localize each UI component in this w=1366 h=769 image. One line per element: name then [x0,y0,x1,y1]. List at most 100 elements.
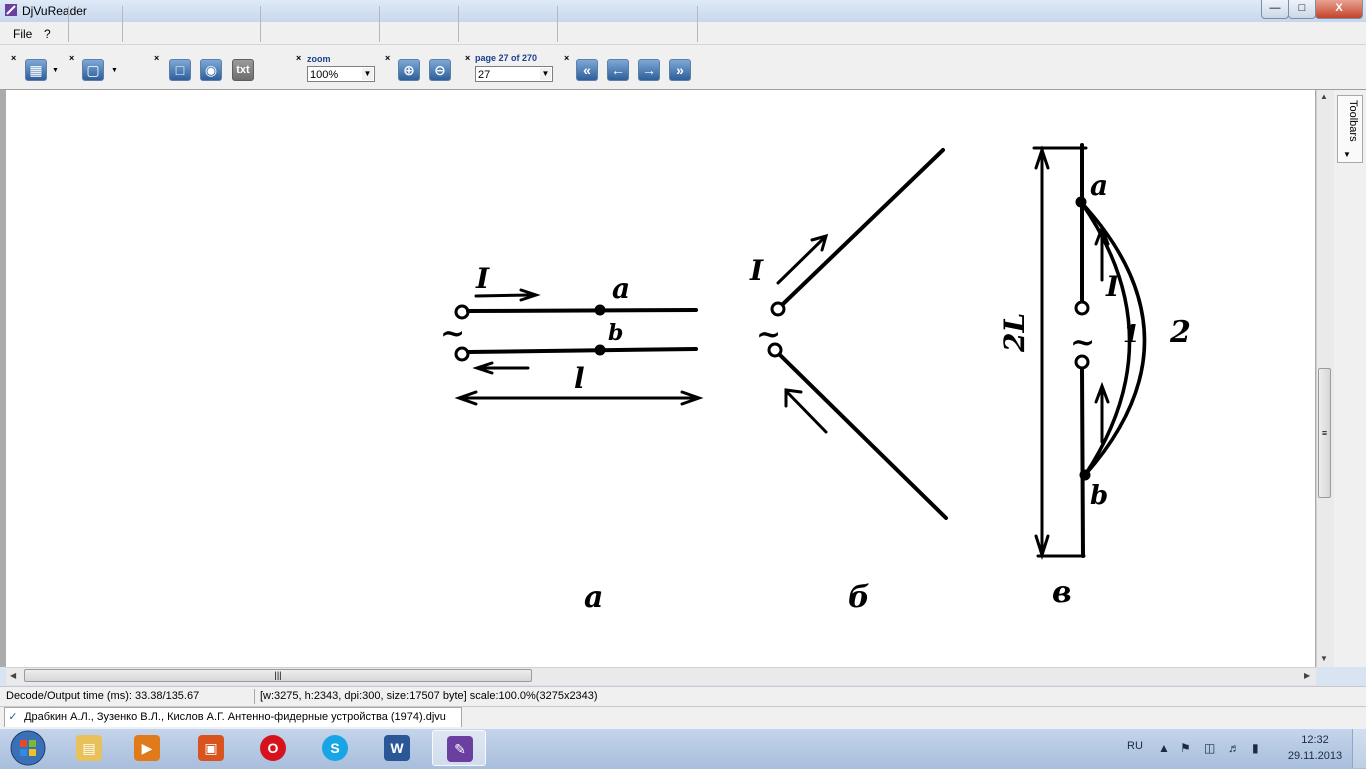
chevron-down-icon[interactable]: ▼ [111,67,118,74]
label-c-point-b: b [1090,481,1108,511]
show-hidden-icons-icon[interactable]: ▲ [1158,741,1170,755]
toolbar-group-page [462,6,558,42]
zoom-in-icon[interactable]: ⊕ [398,59,420,81]
chevron-down-icon[interactable]: ▼ [1343,150,1351,159]
vertical-scroll-thumb[interactable]: ≡ [1318,368,1331,498]
folder-icon: ▤ [76,735,102,761]
close-button[interactable]: X [1315,0,1363,19]
scroll-down-icon[interactable]: ▼ [1320,654,1328,663]
toolbar-close-icon[interactable]: × [564,54,569,63]
toolbar-close-icon[interactable]: × [296,54,301,63]
media-player-icon: ▶ [134,735,160,761]
image-icon[interactable]: ◉ [200,59,222,81]
arrow-current-b [776,236,826,285]
first-page-icon[interactable]: « [576,59,598,81]
label-a-current: I [475,262,490,295]
toolbar-group-tools [150,6,261,42]
arrow-current-a [474,293,533,298]
text-mode-button[interactable]: txt [232,59,254,81]
document-tab-title: Драбкин А.Л., Зузенко В.Л., Кислов А.Г. … [24,711,446,723]
zoom-select[interactable]: 100% ▼ [307,66,375,82]
toolbar-group-zoom-buttons [384,6,459,42]
point-a [594,304,606,316]
toolbar-close-icon[interactable]: × [69,54,74,63]
scroll-right-icon[interactable]: ▶ [1304,671,1310,680]
wire-b-lower [778,353,948,520]
skype-icon: S [322,735,348,761]
document-tab[interactable]: ✓ Драбкин А.Л., Зузенко В.Л., Кислов А.Г… [4,707,462,727]
dipole-arm-bottom [1080,368,1085,558]
clock-date[interactable]: 29.11.2013 [1282,750,1348,762]
document-check-icon: ✓ [8,711,18,723]
chevron-down-icon[interactable]: ▼ [540,68,551,80]
opera-icon: O [260,735,286,761]
wire-b-upper [781,148,945,306]
label-b-current: I [749,254,764,287]
terminal-c-top [1074,300,1090,316]
taskbar-skype[interactable]: S [308,730,362,766]
figure-diagram: I a b l ~ а I ~ б a b I 2L 1 2 ~ в [440,143,1191,615]
caption-c: в [1052,575,1072,610]
usb-device-icon[interactable]: ◫ [1204,741,1215,755]
point-b [594,344,606,356]
label-c-current: I [1105,270,1120,303]
action-center-icon[interactable]: ⚑ [1180,741,1191,755]
toolbar-close-icon[interactable]: × [465,54,470,63]
last-page-icon[interactable]: » [669,59,691,81]
language-indicator[interactable]: RU [1127,740,1143,752]
minimize-button[interactable]: — [1261,0,1289,19]
package-icon: ▣ [198,735,224,761]
scroll-up-icon[interactable]: ▲ [1320,92,1328,101]
taskbar-explorer[interactable]: ▤ [62,730,116,766]
toolbar-close-icon[interactable]: × [154,54,159,63]
clock-time[interactable]: 12:32 [1290,734,1340,746]
maximize-button[interactable]: □ [1288,0,1316,19]
select-area-icon[interactable]: □ [169,59,191,81]
page-value: 27 [478,69,491,81]
wire-a-top [466,308,698,313]
caption-a: а [584,580,603,615]
horizontal-scroll-thumb[interactable]: ||| [24,669,532,682]
taskbar-djvu-reader[interactable]: ✎ [432,730,486,766]
image-info-status: [w:3275, h:2343, dpi:300, size:17507 byt… [260,690,598,702]
taskbar-media-player[interactable]: ▶ [120,730,174,766]
djvu-icon: ✎ [447,736,473,762]
chevron-down-icon[interactable]: ▼ [362,68,373,80]
toolbar-group-zoom [291,6,380,42]
taskbar-opera[interactable]: O [246,730,300,766]
chevron-down-icon[interactable]: ▼ [52,67,59,74]
previous-page-icon[interactable]: ← [607,59,629,81]
taskbar-package-manager[interactable]: ▣ [184,730,238,766]
toolbar-group-navigation [561,6,698,42]
page-select[interactable]: 27 ▼ [475,66,553,82]
thumbnails-icon[interactable]: ▦ [25,59,47,81]
word-icon: W [384,735,410,761]
toolbar-close-icon[interactable]: × [11,54,16,63]
network-icon[interactable]: ▮ [1252,741,1259,755]
next-page-icon[interactable]: → [638,59,660,81]
side-panel [1334,90,1366,667]
label-c-curve1: 1 [1123,319,1140,348]
toolbar-close-icon[interactable]: × [385,54,390,63]
zoom-value: 100% [310,69,339,81]
zoom-out-icon[interactable]: ⊖ [429,59,451,81]
label-a-tilde: ~ [440,316,465,351]
toolbars-label: Toolbars [1347,100,1359,142]
volume-icon[interactable]: ♬ [1228,741,1240,755]
label-a-point-a: a [612,272,630,305]
wire-a-bottom [466,347,698,354]
label-a-point-b: b [608,320,623,346]
toolbar-group-view [4,6,69,42]
document-page[interactable]: I a b l ~ а I ~ б a b I 2L 1 2 ~ в [6,90,1315,667]
show-desktop-button[interactable] [1352,729,1366,768]
label-a-length: l [574,362,585,395]
label-c-tilde: ~ [1070,325,1095,360]
start-button[interactable] [2,730,54,766]
toolbar-group-layout [72,6,123,42]
page-label: page 27 of 270 [475,53,538,63]
taskbar-word[interactable]: W [370,730,424,766]
label-c-length: 2L [998,313,1031,353]
page-layout-icon[interactable]: ▢ [82,59,104,81]
label-c-curve2: 2 [1169,315,1191,350]
scroll-left-icon[interactable]: ◀ [10,671,16,680]
